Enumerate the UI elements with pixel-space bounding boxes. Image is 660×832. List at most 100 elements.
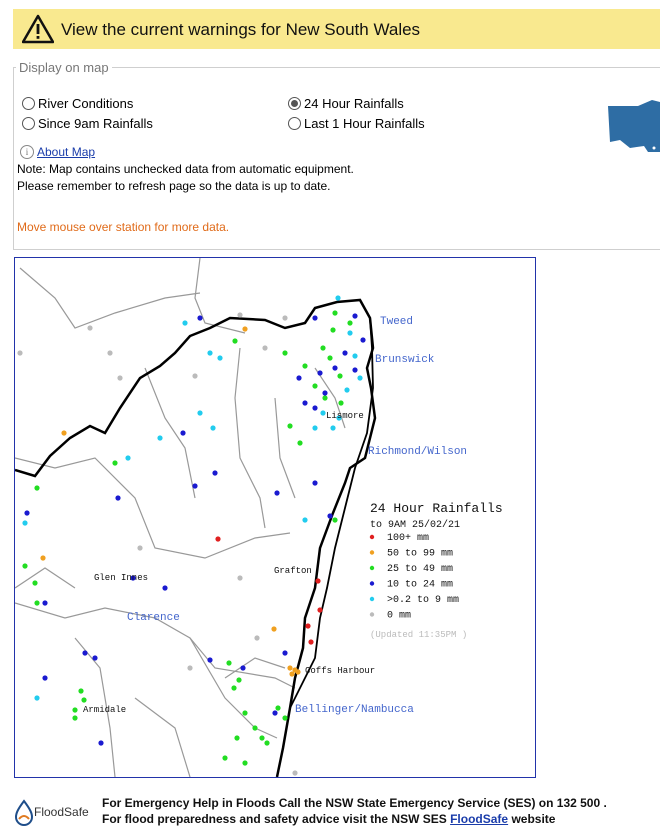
nsw-minimap[interactable] [608,100,660,152]
rain-station[interactable] [207,657,213,663]
rain-station[interactable] [295,669,301,675]
rain-station[interactable] [297,440,303,446]
rain-station[interactable] [342,350,348,356]
rain-station[interactable] [22,520,28,526]
rain-station[interactable] [72,715,78,721]
rain-station[interactable] [312,315,318,321]
rain-station[interactable] [92,655,98,661]
rain-station[interactable] [162,585,168,591]
rain-station[interactable] [197,315,203,321]
about-map-link[interactable]: About Map [37,145,95,159]
rain-station[interactable] [236,677,242,683]
rain-station[interactable] [274,490,280,496]
rain-station[interactable] [352,313,358,319]
rain-station[interactable] [347,330,353,336]
rain-station[interactable] [352,353,358,359]
rain-station[interactable] [98,740,104,746]
radio-24-hour[interactable] [288,97,301,110]
rain-station[interactable] [332,365,338,371]
rain-station[interactable] [322,395,328,401]
rain-station[interactable] [182,320,188,326]
rain-station[interactable] [34,695,40,701]
rain-station[interactable] [40,555,46,561]
rain-station[interactable] [215,536,221,542]
rain-station[interactable] [312,425,318,431]
rain-station[interactable] [312,383,318,389]
rain-station[interactable] [302,400,308,406]
rain-station[interactable] [197,410,203,416]
rain-station[interactable] [117,375,123,381]
rain-station[interactable] [332,310,338,316]
rain-station[interactable] [24,510,30,516]
rain-station[interactable] [207,350,213,356]
rain-station[interactable] [81,697,87,703]
rain-station[interactable] [360,337,366,343]
rain-station[interactable] [320,345,326,351]
rain-station[interactable] [322,390,328,396]
rain-station[interactable] [320,410,326,416]
rain-station[interactable] [252,725,258,731]
rain-station[interactable] [287,423,293,429]
rain-station[interactable] [315,578,321,584]
rain-station[interactable] [275,705,281,711]
rain-station[interactable] [317,370,323,376]
option-last-1-hour[interactable]: Last 1 Hour Rainfalls [288,116,425,131]
rain-station[interactable] [78,688,84,694]
option-24-hour[interactable]: 24 Hour Rainfalls [288,96,404,111]
rain-station[interactable] [112,460,118,466]
rain-station[interactable] [332,517,338,523]
rain-station[interactable] [338,400,344,406]
rain-station[interactable] [271,626,277,632]
rain-station[interactable] [242,710,248,716]
rain-station[interactable] [357,375,363,381]
rain-station[interactable] [296,375,302,381]
option-since-9am[interactable]: Since 9am Rainfalls [22,116,153,131]
about-map[interactable]: i About Map [20,145,95,159]
rain-station[interactable] [212,470,218,476]
rain-station[interactable] [312,480,318,486]
rain-station[interactable] [352,367,358,373]
rain-station[interactable] [192,483,198,489]
rain-station[interactable] [317,607,323,613]
rain-station[interactable] [237,312,243,318]
rain-station[interactable] [32,580,38,586]
rain-station[interactable] [61,430,67,436]
rain-station[interactable] [107,350,113,356]
rain-station[interactable] [217,355,223,361]
rain-station[interactable] [347,320,353,326]
rain-station[interactable] [254,635,260,641]
rain-station[interactable] [292,770,298,776]
rain-station[interactable] [264,740,270,746]
rain-station[interactable] [137,545,143,551]
rain-station[interactable] [42,675,48,681]
rain-station[interactable] [231,685,237,691]
rain-station[interactable] [34,600,40,606]
rain-station[interactable] [87,325,93,331]
rain-station[interactable] [327,355,333,361]
floodsafe-logo[interactable]: FloodSafe [14,797,100,827]
radio-river-conditions[interactable] [22,97,35,110]
rain-station[interactable] [344,387,350,393]
rain-station[interactable] [82,650,88,656]
floodsafe-link[interactable]: FloodSafe [450,812,508,826]
rain-station[interactable] [302,517,308,523]
rain-station[interactable] [187,665,193,671]
rain-station[interactable] [282,715,288,721]
rain-station[interactable] [282,650,288,656]
rain-station[interactable] [262,345,268,351]
rain-station[interactable] [242,326,248,332]
map-canvas[interactable]: Lismore Glen Innes Grafton Coffs Harbour… [15,258,535,777]
rain-station[interactable] [222,755,228,761]
rain-station[interactable] [330,327,336,333]
radio-last-1-hour[interactable] [288,117,301,130]
rain-station[interactable] [305,623,311,629]
rainfall-map[interactable]: Lismore Glen Innes Grafton Coffs Harbour… [14,257,536,778]
warnings-banner[interactable]: View the current warnings for New South … [13,9,660,49]
rain-station[interactable] [234,735,240,741]
rain-station[interactable] [272,710,278,716]
rain-station[interactable] [242,760,248,766]
rain-station[interactable] [192,373,198,379]
rain-station[interactable] [240,665,246,671]
rain-station[interactable] [232,338,238,344]
rain-station[interactable] [312,405,318,411]
